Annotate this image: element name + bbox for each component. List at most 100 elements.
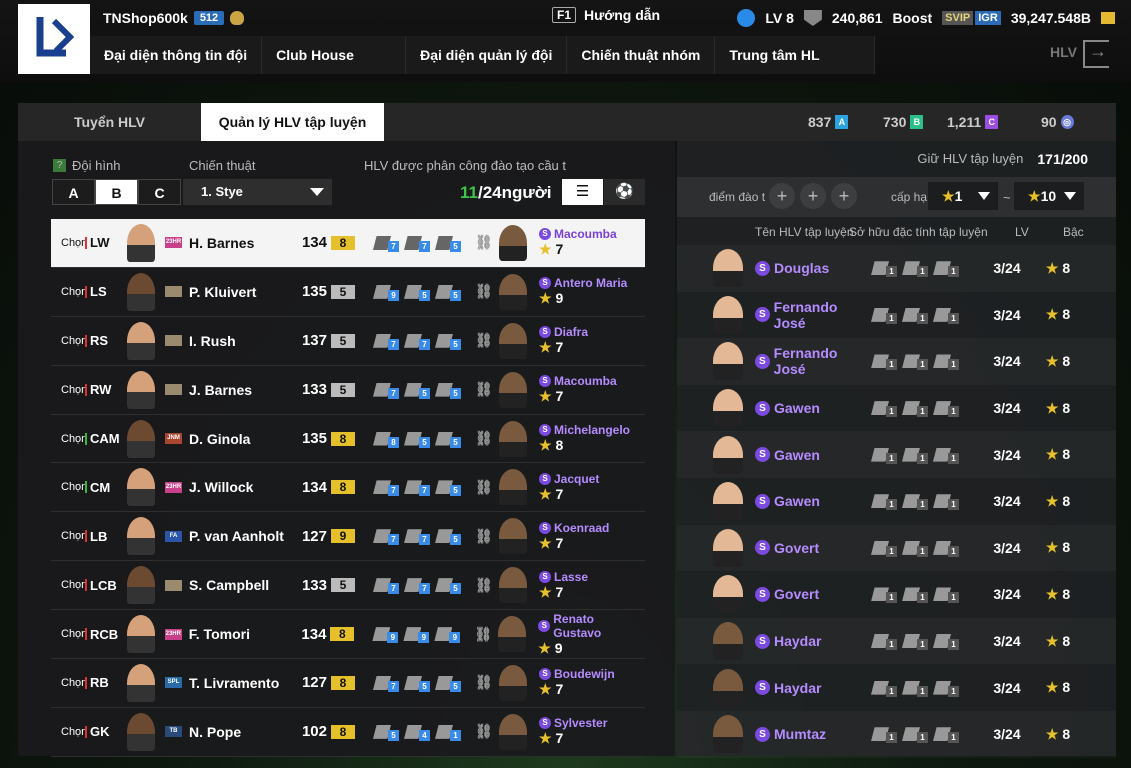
assigned-current: 11 bbox=[460, 183, 478, 202]
trait-level: 7 bbox=[388, 680, 399, 692]
formation-c-button[interactable]: C bbox=[138, 179, 181, 205]
add-filter-1-button[interactable]: + bbox=[769, 183, 795, 209]
player-row[interactable]: Chọn LB FA P. van Aanholt 127 9 7 7 5 ⛓ SK… bbox=[51, 512, 645, 562]
nav-team-manager[interactable]: Đại diện quản lý đội bbox=[406, 36, 568, 74]
player-row[interactable]: Chọn CM 23HR J. Willock 134 8 7 7 5 ⛓ S Jac… bbox=[51, 463, 645, 513]
coach-name: Haydar bbox=[774, 679, 822, 696]
player-avatar bbox=[127, 272, 155, 311]
select-button[interactable]: Chọn bbox=[61, 433, 87, 445]
level-to-dropdown[interactable]: ★10 bbox=[1014, 182, 1084, 210]
formation-a-button[interactable]: A bbox=[52, 179, 95, 205]
coach-row[interactable]: S Haydar 1 1 1 3/24 ★ 8 bbox=[677, 664, 1116, 711]
nav-club-house[interactable]: Club House bbox=[262, 36, 407, 74]
assigned-coach[interactable]: S Macoumba ★ 7 bbox=[539, 227, 617, 258]
select-button[interactable]: Chọn bbox=[61, 579, 87, 591]
coach-name-wrap: S Michelangelo bbox=[539, 423, 630, 437]
select-button[interactable]: Chọn bbox=[61, 481, 87, 493]
coach-avatar[interactable] bbox=[499, 224, 527, 261]
exit-icon[interactable] bbox=[1083, 40, 1109, 68]
nav-training-center[interactable]: Trung tâm HL bbox=[715, 36, 876, 74]
smile-icon bbox=[737, 9, 756, 27]
assigned-coach[interactable]: S Macoumba ★ 7 bbox=[539, 374, 617, 405]
player-row[interactable]: Chọn RW J. Barnes 133 5 7 5 5 ⛓ S Macoumba … bbox=[51, 366, 645, 415]
tab-manage-coach[interactable]: Quản lý HLV tập luyện bbox=[201, 103, 384, 141]
coach-avatar[interactable] bbox=[499, 567, 527, 604]
player-row[interactable]: Chọn RB SPL T. Livramento 127 8 7 5 5 ⛓ SB… bbox=[51, 659, 645, 708]
training-trait-icon: 1 bbox=[902, 725, 928, 744]
player-row[interactable]: Chọn LW 23HR H. Barnes 134 8 7 7 5 ⛓ S Maco… bbox=[51, 219, 645, 268]
player-row[interactable]: Chọn RCB 23HR F. Tomori 134 8 9 9 9 ⛓ S Ren… bbox=[51, 610, 645, 660]
list-view-icon[interactable]: ☰ bbox=[562, 179, 603, 205]
coach-name: Macoumba bbox=[554, 374, 617, 389]
coach-avatar[interactable] bbox=[499, 713, 527, 750]
coach-avatar[interactable] bbox=[499, 371, 527, 408]
select-button[interactable]: Chọn bbox=[61, 530, 87, 542]
assigned-coach[interactable]: S Koenraad ★ 7 bbox=[539, 521, 609, 552]
trait-level: 1 bbox=[886, 452, 897, 464]
add-filter-3-button[interactable]: + bbox=[831, 183, 857, 209]
coach-avatar[interactable] bbox=[499, 469, 527, 506]
coach-rank-wrap: ★ 8 bbox=[1033, 353, 1083, 370]
coach-rank-wrap: ★ 8 bbox=[1033, 586, 1083, 603]
select-button[interactable]: Chọn bbox=[61, 237, 87, 249]
coach-row[interactable]: S Fernando José 1 1 1 3/24 ★ 8 bbox=[677, 292, 1116, 339]
question-icon[interactable]: ? bbox=[53, 159, 66, 172]
select-button[interactable]: Chọn bbox=[61, 628, 87, 640]
coach-row[interactable]: S Gawen 1 1 1 3/24 ★ 8 bbox=[677, 431, 1116, 478]
formation-view-icon[interactable]: ⚽ bbox=[604, 179, 645, 205]
assigned-coach[interactable]: S Lasse ★ 7 bbox=[539, 570, 588, 601]
coach-avatar[interactable] bbox=[499, 273, 527, 310]
trait-level: 5 bbox=[419, 680, 430, 692]
points-label: điểm đào t bbox=[709, 190, 766, 204]
trait-level: 5 bbox=[450, 680, 461, 692]
assigned-coach[interactable]: S Renato Gustavo ★ 9 bbox=[538, 612, 645, 657]
trait-level: 1 bbox=[948, 452, 959, 464]
training-trait-icon: 5 bbox=[435, 527, 461, 546]
select-button[interactable]: Chọn bbox=[61, 384, 87, 396]
resource-c: 1,211 C bbox=[947, 103, 999, 141]
player-row[interactable]: Chọn RS I. Rush 137 5 7 7 5 ⛓ S Diafra ★ 7 bbox=[51, 317, 645, 366]
select-button[interactable]: Chọn bbox=[61, 726, 87, 738]
training-trait-icon: 1 bbox=[871, 679, 897, 697]
select-button[interactable]: Chọn bbox=[61, 286, 87, 298]
coach-name-wrap: S Diafra bbox=[539, 325, 588, 339]
coach-row[interactable]: S Fernando José 1 1 1 3/24 ★ 8 bbox=[677, 338, 1116, 385]
coach-rank-wrap: ★ 7 bbox=[539, 486, 599, 503]
coach-avatar[interactable] bbox=[498, 616, 527, 653]
tactic-dropdown[interactable]: 1. Stye bbox=[183, 179, 332, 205]
nav-coach-label[interactable]: HLV bbox=[1050, 44, 1077, 60]
coach-row[interactable]: S Gawen 1 1 1 3/24 ★ 8 bbox=[677, 478, 1116, 525]
coach-avatar[interactable] bbox=[499, 664, 527, 701]
coach-avatar[interactable] bbox=[499, 322, 527, 359]
assigned-coach[interactable]: S Michelangelo ★ 8 bbox=[539, 423, 630, 454]
coach-avatar[interactable] bbox=[499, 420, 527, 457]
club-logo[interactable] bbox=[18, 4, 90, 74]
tab-recruit-coach[interactable]: Tuyển HLV bbox=[18, 103, 201, 141]
nav-team-info[interactable]: Đại diện thông tin đội bbox=[90, 36, 263, 74]
assigned-coach[interactable]: S Antero Maria ★ 9 bbox=[539, 276, 627, 307]
coach-row[interactable]: S Mumtaz 1 1 1 3/24 ★ 8 bbox=[677, 711, 1116, 758]
player-row[interactable]: Chọn LCB S. Campbell 133 5 7 7 5 ⛓ S Lasse … bbox=[51, 561, 645, 611]
formation-b-button[interactable]: B bbox=[95, 179, 138, 205]
select-button[interactable]: Chọn bbox=[61, 677, 87, 689]
hold-label: Giữ HLV tập luyện bbox=[917, 151, 1024, 166]
coach-row[interactable]: S Govert 1 1 1 3/24 ★ 8 bbox=[677, 571, 1116, 618]
level-from-dropdown[interactable]: ★1 bbox=[928, 182, 998, 210]
player-row[interactable]: Chọn GK TB N. Pope 102 8 5 4 1 ⛓ S Sylveste… bbox=[51, 708, 645, 757]
coach-row[interactable]: S Douglas 1 1 1 3/24 ★ 8 bbox=[677, 245, 1116, 292]
player-row[interactable]: Chọn LS P. Kluivert 135 5 9 5 5 ⛓ S Antero … bbox=[51, 268, 645, 317]
assigned-coach[interactable]: S Diafra ★ 7 bbox=[539, 325, 588, 356]
select-button[interactable]: Chọn bbox=[61, 335, 87, 347]
add-filter-2-button[interactable]: + bbox=[800, 183, 826, 209]
training-trait-icon: 1 bbox=[933, 446, 959, 464]
assigned-coach[interactable]: S Boudewijn ★ 7 bbox=[539, 667, 615, 698]
player-row[interactable]: Chọn CAM JNM D. Ginola 135 8 8 5 5 ⛓ S Mich… bbox=[51, 415, 645, 464]
coach-row[interactable]: S Gawen 1 1 1 3/24 ★ 8 bbox=[677, 385, 1116, 432]
coach-row[interactable]: S Haydar 1 1 1 3/24 ★ 8 bbox=[677, 618, 1116, 665]
help-button[interactable]: F1 Hướng dẫn bbox=[552, 7, 660, 23]
nav-team-tactics[interactable]: Chiến thuật nhóm bbox=[567, 36, 716, 74]
assigned-coach[interactable]: S Sylvester ★ 7 bbox=[539, 716, 607, 747]
coach-avatar[interactable] bbox=[499, 518, 527, 555]
coach-row[interactable]: S Govert 1 1 1 3/24 ★ 8 bbox=[677, 525, 1116, 572]
assigned-coach[interactable]: S Jacquet ★ 7 bbox=[539, 472, 599, 503]
